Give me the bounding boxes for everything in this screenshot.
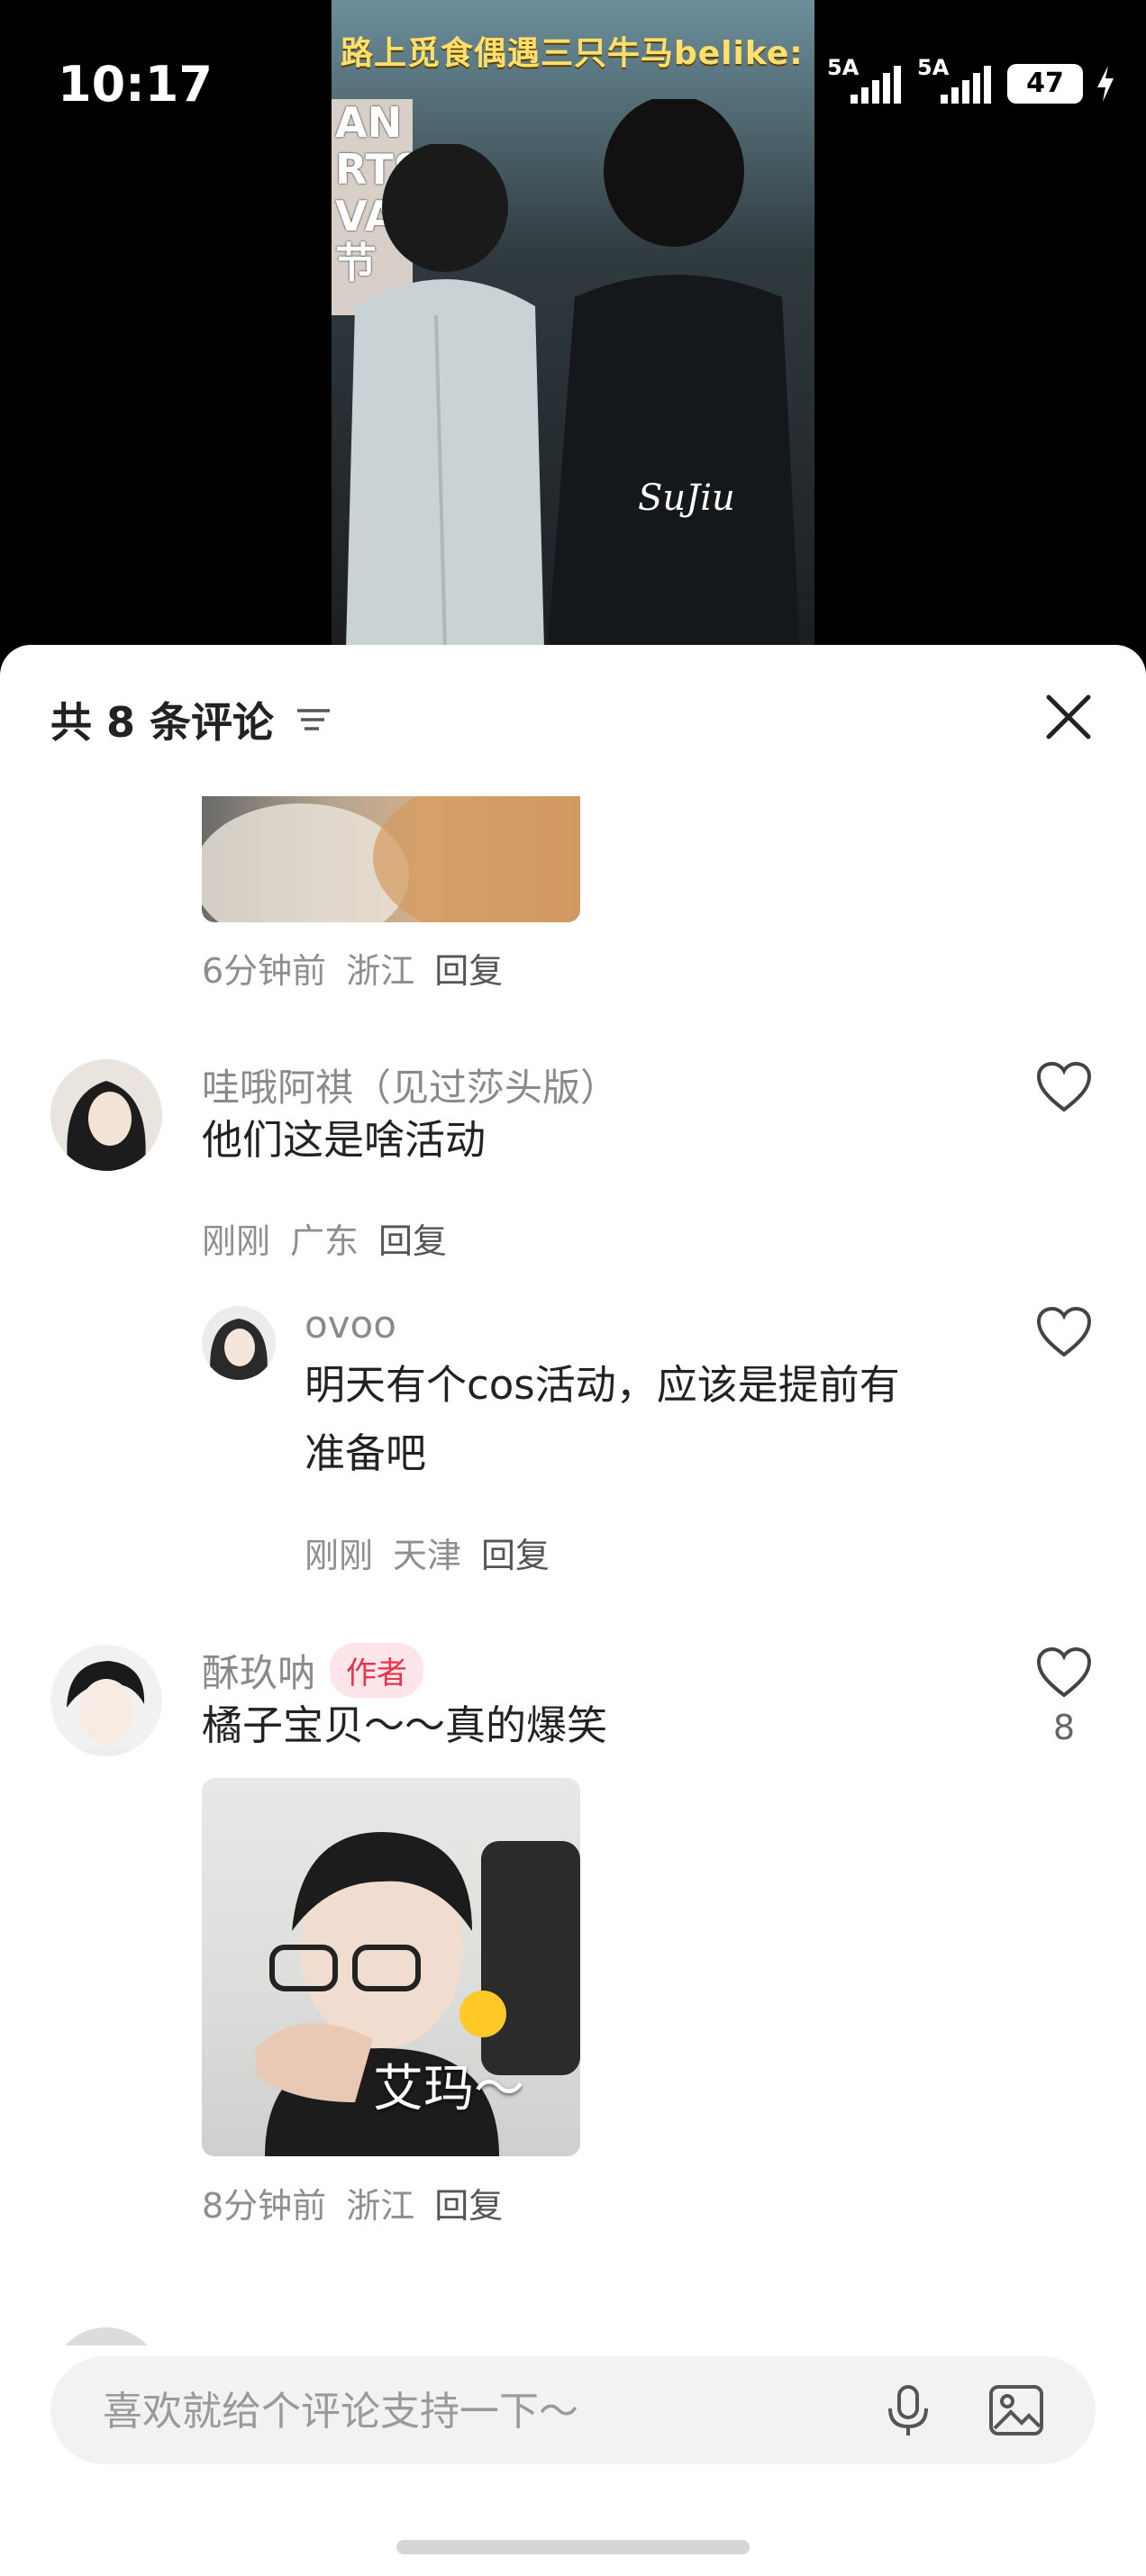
comment-region: 浙江 xyxy=(346,2186,415,2226)
image-caption: 艾玛～ xyxy=(373,2060,524,2118)
comment-username[interactable]: 酥玖呐 作者 xyxy=(202,1643,424,1698)
avatar-photo-icon xyxy=(210,1319,268,1380)
comment-meta: 8分钟前 浙江 回复 xyxy=(202,2178,503,2227)
sort-filter-icon[interactable] xyxy=(294,700,333,739)
comment-time: 8分钟前 xyxy=(202,2186,327,2226)
person-figure-right xyxy=(548,99,800,645)
like-heart-icon[interactable] xyxy=(1036,1646,1092,1699)
home-indicator[interactable] xyxy=(396,2540,750,2554)
sign-line: AN xyxy=(335,98,403,147)
comment-meta: 6分钟前 浙江 回复 xyxy=(202,943,503,993)
avatar-photo-icon xyxy=(67,1081,146,1171)
reply-button[interactable]: 回复 xyxy=(434,943,503,993)
comments-count: 共 8 条评论 xyxy=(50,698,275,747)
reply-avatar[interactable] xyxy=(202,1306,276,1380)
comment-region: 天津 xyxy=(393,1536,462,1575)
comment-image[interactable] xyxy=(202,796,580,922)
comments-header: 共 8 条评论 xyxy=(0,645,1146,798)
cat-photo-icon xyxy=(202,796,580,922)
signal-2-icon: 5A xyxy=(917,55,995,105)
username-text: ovoo xyxy=(305,1302,396,1347)
username-text: 酥玖呐 xyxy=(202,1651,316,1695)
reply-text: 明天有个cos活动，应该是提前有 准备吧 xyxy=(305,1351,900,1488)
reply-meta: 刚刚 天津 回复 xyxy=(305,1528,550,1577)
avatar-photo-icon xyxy=(67,1661,145,1756)
battery-level: 47 xyxy=(1026,68,1064,99)
like-count: 8 xyxy=(1052,1708,1076,1747)
like-heart-icon[interactable] xyxy=(1036,1061,1092,1113)
reply-text-line: 明天有个cos活动，应该是提前有 xyxy=(305,1361,900,1409)
video-watermark: SuJiu xyxy=(638,477,735,519)
like-heart-icon[interactable] xyxy=(1036,1306,1092,1358)
video-banner: 路上觅食偶遇三只牛马belike: xyxy=(341,35,804,72)
comment-meta: 刚刚 广东 回复 xyxy=(202,1213,447,1263)
avatar[interactable] xyxy=(50,1645,162,1756)
reply-button[interactable]: 回复 xyxy=(378,1213,447,1263)
comment-time: 刚刚 xyxy=(305,1536,374,1575)
charging-icon xyxy=(1097,66,1114,102)
comment-list[interactable]: 6分钟前 浙江 回复 哇哦阿祺（见过莎头版） 他们这是啥活动 刚刚 广东 回复 xyxy=(0,796,1146,2345)
avatar[interactable] xyxy=(50,1059,162,1171)
image-picker-icon[interactable] xyxy=(987,2381,1045,2439)
comment-time: 刚刚 xyxy=(202,1221,271,1261)
comments-sheet: 共 8 条评论 6分钟前 浙江 回复 哇哦阿祺（见过莎头版） 他们这是啥活动 刚… xyxy=(0,645,1146,2576)
battery-icon: 47 xyxy=(1007,64,1083,104)
close-icon[interactable] xyxy=(1041,690,1096,744)
reply-button[interactable]: 回复 xyxy=(481,1528,550,1577)
microphone-icon[interactable] xyxy=(879,2381,937,2439)
comment-input-bar[interactable] xyxy=(50,2356,1096,2466)
reply-username[interactable]: ovoo xyxy=(305,1302,396,1347)
comment-username[interactable]: 哇哦阿祺（见过莎头版） xyxy=(202,1057,618,1112)
person-figure-left xyxy=(346,144,544,645)
avatar[interactable] xyxy=(50,2327,162,2345)
reply-button[interactable]: 回复 xyxy=(434,2178,503,2227)
reply-text-line: 准备吧 xyxy=(305,1429,427,1477)
author-badge: 作者 xyxy=(330,1643,424,1698)
system-icons: 5A 5A 47 xyxy=(768,55,1115,106)
video-preview[interactable]: AN RTS VAL 节 路上觅食偶遇三只牛马belike: SuJiu xyxy=(332,0,814,645)
comment-text: 橘子宝贝～～真的爆笑 xyxy=(202,1701,608,1749)
comment-region: 浙江 xyxy=(346,951,415,991)
status-time: 10:17 xyxy=(58,56,213,113)
comment-image[interactable]: 艾玛～ xyxy=(202,1778,580,2156)
comment-time: 6分钟前 xyxy=(202,951,327,991)
comment-region: 广东 xyxy=(290,1221,359,1261)
comments-count-title: 共 8 条评论 xyxy=(50,690,333,749)
signal-1-icon: 5A xyxy=(827,55,905,105)
comment-input[interactable] xyxy=(101,2356,897,2466)
comment-text: 他们这是啥活动 xyxy=(202,1116,487,1164)
username-text: 哇哦阿祺（见过莎头版） xyxy=(202,1066,619,1110)
